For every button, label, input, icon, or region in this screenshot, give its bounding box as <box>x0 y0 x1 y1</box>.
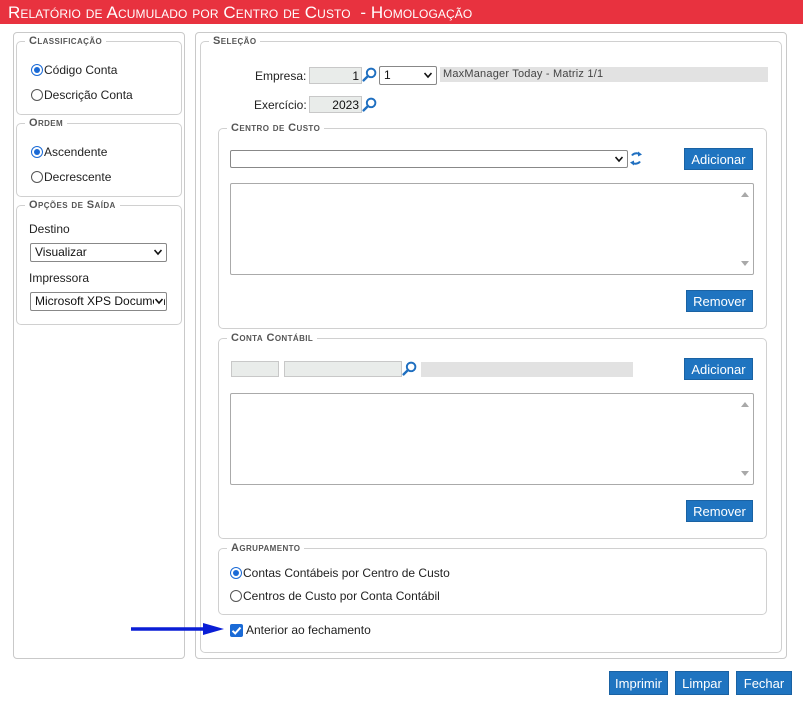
impressora-select[interactable]: Microsoft XPS Document Writer <box>30 292 167 311</box>
refresh-icon[interactable] <box>629 150 643 167</box>
radio-selected-icon[interactable] <box>31 64 43 76</box>
anterior-fechamento-label: Anterior ao fechamento <box>246 623 371 637</box>
agrupamento-legend: Agrupamento <box>231 542 301 554</box>
chevron-down-icon <box>154 297 164 305</box>
chevron-down-icon <box>615 156 623 163</box>
radio-label: Código Conta <box>44 63 118 77</box>
radio-centros-por-conta[interactable]: Centros de Custo por Conta Contábil <box>230 589 440 603</box>
radio-codigo-conta[interactable]: Código Conta <box>31 63 117 77</box>
destino-value: Visualizar <box>35 245 87 259</box>
impressora-value: Microsoft XPS Document Writer <box>35 294 167 308</box>
centro-custo-add-button[interactable]: Adicionar <box>684 148 753 170</box>
opcoes-saida-legend: Opções de Saída <box>29 199 116 211</box>
radio-label: Ascendente <box>44 145 108 159</box>
centro-custo-select[interactable] <box>230 150 628 168</box>
chevron-down-icon <box>424 72 432 79</box>
radio-selected-icon[interactable] <box>31 146 43 158</box>
checkmark-icon <box>231 626 242 635</box>
conta-description-field <box>421 362 633 377</box>
radio-selected-icon[interactable] <box>230 567 242 579</box>
conta-code-input[interactable] <box>231 361 279 377</box>
centro-custo-remove-button[interactable]: Remover <box>686 290 753 312</box>
exercicio-label: Exercício: <box>254 98 307 112</box>
left-options-panel: Classificação Código Conta Descrição Con… <box>13 32 185 659</box>
empresa-label: Empresa: <box>255 69 307 83</box>
radio-ascendente[interactable]: Ascendente <box>31 145 107 159</box>
scroll-down-icon[interactable] <box>741 471 749 476</box>
ordem-legend: Ordem <box>29 117 64 129</box>
impressora-label: Impressora <box>29 271 90 285</box>
radio-contas-por-centro[interactable]: Contas Contábeis por Centro de Custo <box>230 566 450 580</box>
empresa-select[interactable]: 1 <box>379 66 437 85</box>
classificacao-legend: Classificação <box>29 35 103 47</box>
search-icon[interactable] <box>362 97 377 112</box>
arrow-right-icon <box>131 623 224 635</box>
radio-unselected-icon[interactable] <box>31 171 43 183</box>
limpar-button[interactable]: Limpar <box>675 671 729 695</box>
radio-unselected-icon[interactable] <box>31 89 43 101</box>
conta-contabil-list[interactable] <box>230 393 754 485</box>
empresa-code-input[interactable]: 1 <box>309 67 362 84</box>
radio-descricao-conta[interactable]: Descrição Conta <box>31 88 133 102</box>
conta-number-input[interactable] <box>284 361 402 377</box>
empresa-select-value: 1 <box>384 68 391 82</box>
conta-contabil-legend: Conta Contábil <box>231 332 314 344</box>
search-icon[interactable] <box>362 67 377 82</box>
scroll-down-icon[interactable] <box>741 261 749 266</box>
exercicio-input[interactable]: 2023 <box>309 96 362 113</box>
search-icon[interactable] <box>402 361 417 376</box>
destino-label: Destino <box>29 222 70 236</box>
imprimir-button[interactable]: Imprimir <box>609 671 668 695</box>
centro-custo-legend: Centro de Custo <box>231 122 321 134</box>
anterior-fechamento-checkbox[interactable] <box>230 624 243 637</box>
scroll-up-icon[interactable] <box>741 402 749 407</box>
chevron-down-icon <box>154 249 162 256</box>
empresa-name-field: MaxManager Today - Matriz 1/1 <box>440 67 768 82</box>
destino-select[interactable]: Visualizar <box>30 243 167 262</box>
selecao-legend: Seleção <box>213 35 257 47</box>
radio-unselected-icon[interactable] <box>230 590 242 602</box>
scroll-up-icon[interactable] <box>741 192 749 197</box>
right-main-panel: Seleção Empresa: 1 1 MaxManager Today - … <box>195 32 787 659</box>
radio-decrescente[interactable]: Decrescente <box>31 170 111 184</box>
radio-label: Centros de Custo por Conta Contábil <box>243 589 440 603</box>
conta-contabil-add-button[interactable]: Adicionar <box>684 358 753 380</box>
radio-label: Contas Contábeis por Centro de Custo <box>243 566 450 580</box>
page-title: Relatório de Acumulado por Centro de Cus… <box>0 0 803 24</box>
centro-custo-list[interactable] <box>230 183 754 275</box>
conta-contabil-remove-button[interactable]: Remover <box>686 500 753 522</box>
fechar-button[interactable]: Fechar <box>736 671 792 695</box>
radio-label: Descrição Conta <box>44 88 133 102</box>
radio-label: Decrescente <box>44 170 112 184</box>
